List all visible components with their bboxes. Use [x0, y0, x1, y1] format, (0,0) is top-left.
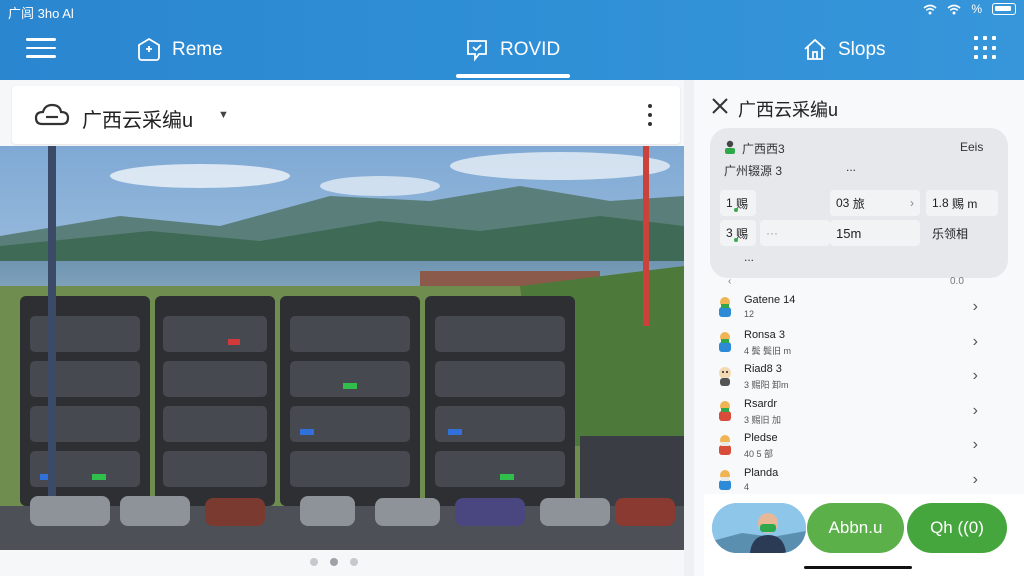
- battery-icon: [992, 3, 1016, 15]
- stat-box: 03 旅 ›: [830, 190, 920, 216]
- qh-button[interactable]: Qh ((0): [907, 503, 1007, 553]
- avatar-icon: [719, 435, 731, 455]
- wifi-icon: [947, 4, 961, 14]
- chevron-right-icon: ›: [972, 436, 978, 453]
- battery-percent: %: [971, 2, 982, 16]
- tab-covid[interactable]: ROVID: [464, 32, 560, 68]
- card-name: 广西西3: [742, 142, 785, 156]
- stat-box: 15m: [830, 220, 920, 246]
- card-foot-left: ‹: [728, 276, 732, 287]
- list-item[interactable]: Ronsa 3 4 鬓 鬓旧 m ›: [710, 325, 1008, 360]
- stat-box: 1 赐: [720, 190, 756, 216]
- card-tag: Eeis: [960, 140, 984, 154]
- card-subtitle: 广州辍源 3: [724, 164, 783, 178]
- panel-title: 广西云采编u: [738, 100, 839, 120]
- about-button[interactable]: Abbn.u: [807, 503, 904, 553]
- chat-shield-icon: [464, 37, 490, 63]
- hamburger-menu-button[interactable]: [26, 38, 56, 60]
- card-dots-note: ...: [846, 160, 857, 174]
- main-content: 广西云采编u ▼: [0, 80, 684, 576]
- avatar-icon: [719, 469, 731, 490]
- list-item[interactable]: Riad8 3 3 赐阳 卸m ›: [710, 359, 1008, 394]
- list-item[interactable]: Pledse 40 5 部 ›: [710, 428, 1008, 463]
- card-dots-row: ...: [744, 250, 755, 264]
- house-icon: [802, 37, 828, 63]
- chevron-right-icon: ›: [972, 401, 978, 419]
- list-item[interactable]: Planda 4 ›: [710, 463, 1008, 498]
- avatar-icon: [725, 140, 735, 154]
- list-item[interactable]: Gatene 14 12 ›: [710, 290, 1008, 325]
- content-title: 广西云采编u: [82, 110, 194, 132]
- tab-home-label: Reme: [172, 39, 223, 60]
- carousel-dot[interactable]: [330, 558, 338, 566]
- summary-card: 广西西3 Eeis 广州辍源 3 ... 1 赐 03 旅 › 1.8 赐 m …: [710, 128, 1008, 278]
- stat-spacer: [760, 190, 834, 216]
- profile-button[interactable]: [712, 503, 806, 553]
- hero-image: [0, 146, 684, 550]
- tab-home[interactable]: Reme: [136, 32, 223, 68]
- chevron-right-icon: ›: [972, 332, 978, 350]
- app-header: 广闾 3ho Al % Reme ROVID Slops: [0, 0, 1024, 80]
- station-list: Gatene 14 12 › Ronsa 3 4 鬓 鬓旧 m › Riad8 …: [710, 290, 1008, 497]
- avatar-icon: [719, 400, 731, 421]
- carousel-dot[interactable]: [310, 558, 318, 566]
- close-icon[interactable]: [710, 96, 730, 116]
- avatar-icon: [719, 331, 731, 352]
- chevron-down-icon[interactable]: ▼: [218, 109, 229, 121]
- card-foot-right: 0.0: [950, 276, 964, 287]
- home-shield-icon: [136, 37, 162, 63]
- content-header: 广西云采编u ▼: [12, 86, 680, 144]
- more-options-button[interactable]: [644, 100, 656, 130]
- status-icons: %: [923, 2, 1016, 16]
- apps-grid-button[interactable]: [974, 36, 998, 60]
- list-item[interactable]: Rsardr 3 赐旧 加 ›: [710, 394, 1008, 429]
- stat-box: 1.8 赐 m: [926, 190, 998, 216]
- avatar-icon: [719, 367, 731, 386]
- home-indicator: [804, 566, 912, 569]
- person-masked-icon: [712, 503, 806, 553]
- status-time: 广闾 3ho Al: [8, 6, 74, 21]
- carousel-dot[interactable]: [350, 558, 358, 566]
- wifi-icon: [923, 4, 937, 14]
- tab-shops-label: Slops: [838, 39, 886, 60]
- active-tab-indicator: [456, 74, 570, 78]
- chevron-right-icon: ›: [972, 298, 978, 315]
- cloud-icon: [34, 103, 70, 126]
- stat-box: 3 赐: [720, 220, 756, 246]
- avatar-icon: [719, 297, 731, 317]
- carousel-dots: [310, 558, 358, 566]
- stat-box: ···: [760, 220, 830, 246]
- stat-box: 乐领相: [926, 220, 998, 246]
- tab-covid-label: ROVID: [500, 39, 561, 60]
- tab-shops[interactable]: Slops: [802, 32, 886, 68]
- chevron-right-icon: ›: [972, 367, 978, 384]
- chevron-right-icon: ›: [972, 470, 978, 488]
